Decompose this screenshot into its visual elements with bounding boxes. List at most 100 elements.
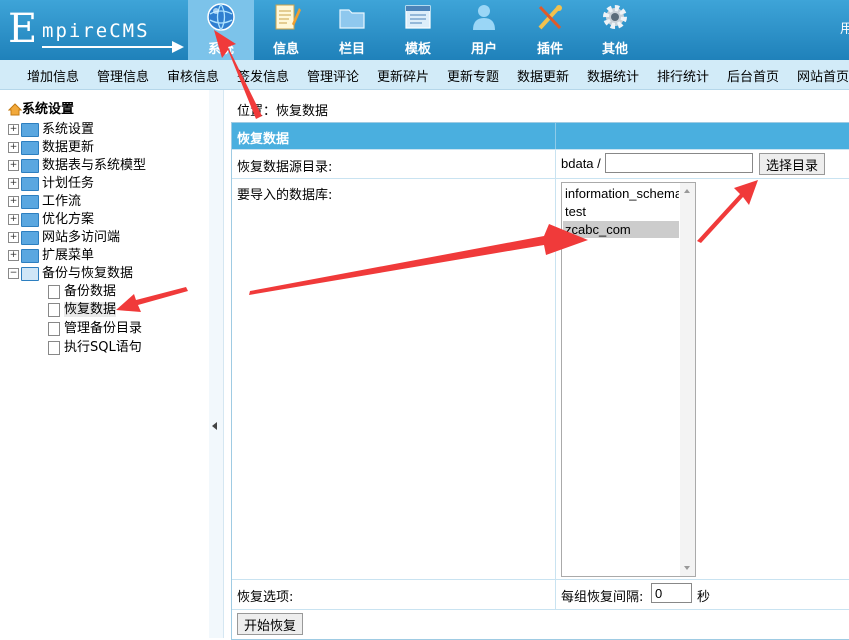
sidebar-item-backup-restore[interactable]: − 备份与恢复数据 [8, 262, 133, 281]
sidebar-item-scheduled-tasks[interactable]: + 计划任务 [8, 172, 95, 191]
database-listbox[interactable]: information_schema test zcabc_com [561, 182, 696, 577]
interval-unit: 秒 [697, 590, 711, 605]
nav-tab-info[interactable]: 信息 [253, 0, 319, 60]
options-label-cell: 恢复选项: [232, 580, 556, 609]
sidebar-item-label: 优化方案 [42, 212, 95, 227]
submenu-manage-info[interactable]: 管理信息 [97, 66, 149, 85]
options-value-cell: 每组恢复间隔: 秒 [556, 580, 849, 609]
sidebar-child-label: 恢复数据 [64, 302, 117, 317]
nav-tab-template[interactable]: 模板 [385, 0, 451, 60]
database-option[interactable]: information_schema [563, 185, 679, 202]
sidebar-child-label: 执行SQL语句 [64, 340, 142, 355]
expand-icon[interactable]: + [8, 214, 19, 225]
sidebar-item-workflow[interactable]: + 工作流 [8, 190, 82, 209]
nav-tab-column[interactable]: 栏目 [319, 0, 385, 60]
sidebar-splitter[interactable] [209, 90, 224, 638]
sidebar-item-tables-models[interactable]: + 数据表与系统模型 [8, 154, 146, 173]
form-title: 恢复数据 [237, 132, 290, 147]
submenu-ranking[interactable]: 排行统计 [657, 66, 709, 85]
submenu-sign-info[interactable]: 签发信息 [237, 66, 289, 85]
window-icon [405, 5, 431, 29]
source-dir-input[interactable] [605, 153, 753, 173]
sidebar-item-label: 工作流 [42, 194, 82, 209]
database-row: 要导入的数据库: information_schema test zcabc_c… [232, 179, 849, 580]
submenu-site-home[interactable]: 网站首页 [797, 66, 849, 85]
folder-icon [21, 212, 39, 227]
notepad-icon [275, 4, 301, 30]
submenu-update-topics[interactable]: 更新专题 [447, 66, 499, 85]
submenu-manage-comments[interactable]: 管理评论 [307, 66, 359, 85]
start-restore-button[interactable]: 开始恢复 [237, 613, 304, 635]
folder-icon [21, 176, 39, 191]
interval-input[interactable] [651, 583, 692, 603]
scroll-up-icon[interactable] [684, 189, 690, 193]
submenu-update-fragments[interactable]: 更新碎片 [377, 66, 429, 85]
sidebar-child-execute-sql[interactable]: 执行SQL语句 [48, 336, 142, 355]
sidebar-item-label: 计划任务 [42, 176, 95, 191]
logo-arrow-icon [172, 41, 184, 53]
submenu-data-statistics[interactable]: 数据统计 [587, 66, 639, 85]
submenu-admin-home[interactable]: 后台首页 [727, 66, 779, 85]
submenu-add-info[interactable]: 增加信息 [27, 66, 79, 85]
document-icon [48, 302, 60, 317]
select-directory-button[interactable]: 选择目录 [759, 153, 826, 175]
options-row: 恢复选项: 每组恢复间隔: 秒 [232, 580, 849, 610]
sidebar-item-label: 数据更新 [42, 140, 95, 155]
sidebar-item-label: 扩展菜单 [42, 248, 95, 263]
listbox-scrollbar[interactable] [680, 183, 695, 576]
tree-root[interactable]: 系统设置 [7, 98, 75, 117]
expand-icon[interactable]: + [8, 178, 19, 189]
database-label-cell: 要导入的数据库: [232, 179, 556, 579]
sidebar-tree: 系统设置 + 系统设置 + 数据更新 + 数据表与系统模型 + 计划任务 + 工作流 + 优… [0, 90, 209, 638]
expand-icon[interactable]: + [8, 124, 19, 135]
options-label: 恢复选项: [237, 590, 294, 605]
header-user-text[interactable]: 用 [840, 18, 849, 37]
nav-tab-label: 其他 [601, 42, 628, 57]
submenu-data-update[interactable]: 数据更新 [517, 66, 569, 85]
expand-icon[interactable]: + [8, 250, 19, 261]
nav-tab-system[interactable]: 系统 [188, 0, 254, 60]
source-dir-value-cell: bdata / 选择目录 [556, 150, 849, 178]
nav-tab-plugin[interactable]: 插件 [517, 0, 583, 60]
sidebar-item-multi-access[interactable]: + 网站多访问端 [8, 226, 120, 245]
sidebar-item-label: 系统设置 [42, 122, 95, 137]
sidebar-child-label: 管理备份目录 [64, 321, 143, 336]
sidebar-child-backup-data[interactable]: 备份数据 [48, 280, 117, 299]
collapse-icon[interactable]: − [8, 268, 19, 279]
sidebar-item-optimization[interactable]: + 优化方案 [8, 208, 95, 227]
expand-icon[interactable]: + [8, 196, 19, 207]
nav-tab-user[interactable]: 用户 [451, 0, 517, 60]
tools-icon [538, 5, 562, 30]
restore-form: 恢复数据 恢复数据源目录: bdata / 选择目录 要导入的数据库: info… [231, 122, 849, 640]
form-header-left: 恢复数据 [232, 123, 556, 149]
database-label: 要导入的数据库: [237, 188, 333, 203]
form-header-right [556, 123, 849, 149]
folder-icon [21, 230, 39, 245]
collapse-left-icon[interactable] [212, 422, 217, 430]
sidebar-item-extend-menu[interactable]: + 扩展菜单 [8, 244, 95, 263]
sidebar-item-data-update[interactable]: + 数据更新 [8, 136, 95, 155]
sidebar-child-label: 备份数据 [64, 284, 117, 299]
scroll-down-icon[interactable] [684, 566, 690, 570]
document-icon [48, 284, 60, 299]
database-option[interactable]: test [563, 203, 679, 220]
breadcrumb-current[interactable]: 恢复数据 [276, 104, 328, 119]
folder-icon [339, 9, 365, 29]
sidebar-item-system-settings[interactable]: + 系统设置 [8, 118, 95, 137]
expand-icon[interactable]: + [8, 232, 19, 243]
form-header-row: 恢复数据 [232, 123, 849, 150]
sidebar-child-restore-data[interactable]: 恢复数据 [48, 298, 117, 317]
nav-tab-label: 信息 [272, 42, 299, 57]
tree-root-label: 系统设置 [22, 102, 75, 117]
sidebar-child-manage-backup-dir[interactable]: 管理备份目录 [48, 317, 143, 336]
nav-tab-label: 插件 [536, 42, 563, 57]
submenu-review-info[interactable]: 审核信息 [167, 66, 219, 85]
quick-menu-bar: 增加信息 管理信息 审核信息 签发信息 管理评论 更新碎片 更新专题 数据更新 … [0, 60, 849, 90]
expand-icon[interactable]: + [8, 160, 19, 171]
nav-tab-label: 系统 [207, 42, 234, 57]
expand-icon[interactable]: + [8, 142, 19, 153]
nav-tab-other[interactable]: 其他 [582, 0, 648, 60]
source-dir-label-cell: 恢复数据源目录: [232, 150, 556, 178]
source-dir-row: 恢复数据源目录: bdata / 选择目录 [232, 150, 849, 179]
database-option-selected[interactable]: zcabc_com [563, 221, 679, 238]
